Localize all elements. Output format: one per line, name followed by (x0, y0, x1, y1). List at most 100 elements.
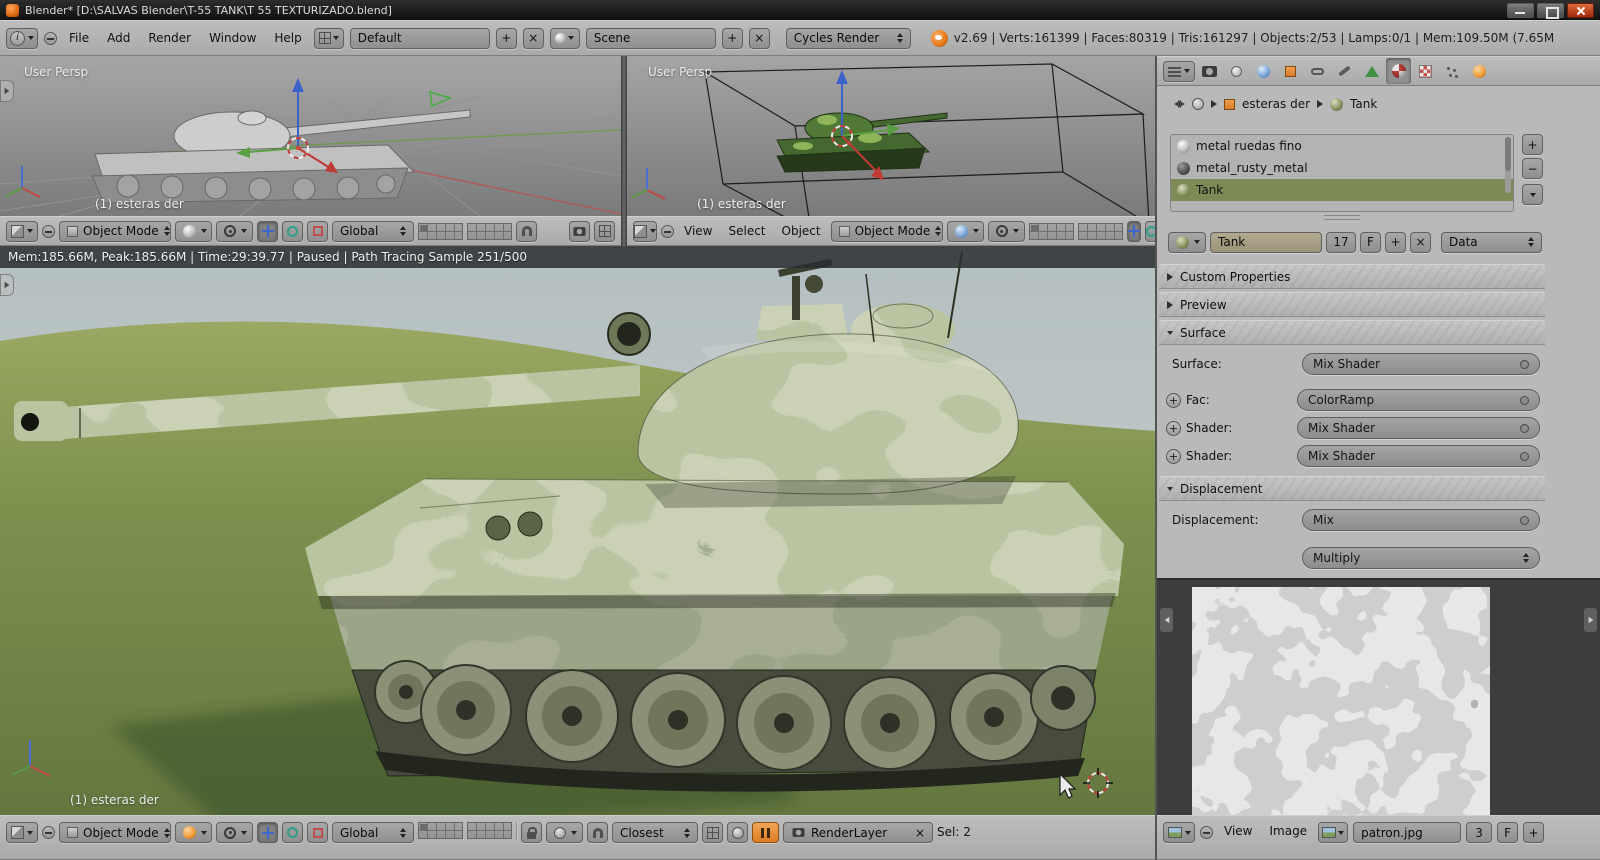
manipulator-rotate-button[interactable] (282, 220, 303, 242)
image-fake-user-button[interactable]: F (1497, 822, 1519, 843)
layers-widget-b[interactable] (467, 822, 512, 839)
viewport-shading-select[interactable] (946, 220, 984, 242)
tab-particles[interactable] (1440, 58, 1465, 84)
panel-surface[interactable]: Surface (1159, 320, 1545, 345)
editor-type-button-properties[interactable] (1163, 60, 1195, 82)
expand-icon[interactable]: + (1166, 420, 1181, 436)
layers-widget-b[interactable] (467, 222, 512, 240)
scene-name-field[interactable]: Scene (585, 27, 716, 49)
region-expand-button[interactable] (0, 80, 14, 102)
close-button[interactable] (1567, 2, 1594, 18)
region-scroll-left-button[interactable] (1160, 608, 1173, 632)
manipulator-rotate-button[interactable] (282, 822, 303, 843)
tab-texture[interactable] (1413, 58, 1438, 84)
image-new-button[interactable]: + (1523, 822, 1545, 843)
layout-name-field[interactable]: Default (349, 27, 490, 49)
scene-browse-button[interactable] (549, 27, 580, 49)
material-name-field[interactable]: Tank (1210, 231, 1322, 253)
material-slot[interactable]: metal ruedas fino (1171, 135, 1513, 157)
menu-view[interactable]: View (1218, 822, 1258, 840)
manipulator-scale-button[interactable] (307, 822, 328, 843)
tab-physics[interactable] (1467, 58, 1492, 84)
menu-file[interactable]: File (63, 29, 95, 47)
layers-widget-a[interactable] (418, 822, 463, 839)
layout-delete-button[interactable]: × (522, 27, 544, 49)
menu-help[interactable]: Help (268, 29, 307, 47)
tab-scene[interactable] (1224, 58, 1249, 84)
pin-icon[interactable] (42, 224, 55, 238)
slot-add-button[interactable]: + (1522, 134, 1543, 155)
scene-delete-button[interactable]: × (748, 27, 770, 49)
manipulator-translate-button[interactable] (1126, 220, 1141, 242)
tab-material[interactable] (1386, 58, 1411, 84)
breadcrumb-object[interactable]: esteras der (1242, 97, 1310, 111)
tab-world[interactable] (1251, 58, 1276, 84)
slot-remove-button[interactable]: − (1522, 158, 1543, 179)
fake-user-button[interactable]: F (1360, 231, 1381, 253)
maximize-button[interactable] (1537, 2, 1564, 19)
editor-type-button-image[interactable] (1163, 822, 1195, 843)
displacement-field[interactable]: Mix (1302, 509, 1540, 531)
menu-window[interactable]: Window (203, 29, 262, 47)
material-users-button[interactable]: 17 (1326, 231, 1356, 253)
material-browse-button[interactable] (1168, 231, 1206, 253)
shader-field[interactable]: Mix Shader (1297, 445, 1540, 467)
slot-list-scrollbar[interactable] (1505, 137, 1511, 193)
render-pause-button[interactable] (752, 822, 779, 843)
render-engine-select[interactable]: Cycles Render (785, 27, 911, 49)
editor-type-button-info[interactable] (6, 27, 38, 49)
viewport-shading-select[interactable] (175, 822, 212, 843)
pin-icon[interactable] (42, 826, 55, 839)
editor-type-button-3dview[interactable] (633, 220, 657, 242)
viewport-3d-middle[interactable]: User Persp (1) esteras der (627, 56, 1157, 216)
manipulator-translate-button[interactable] (257, 822, 278, 843)
scene-add-button[interactable]: + (721, 27, 743, 49)
tab-constraints[interactable] (1305, 58, 1330, 84)
render-layer-select[interactable]: RenderLayer × (783, 822, 933, 843)
pivot-point-select[interactable] (216, 822, 253, 843)
layers-widget-b[interactable] (1077, 222, 1123, 240)
mode-select[interactable]: Object Mode (830, 220, 943, 242)
snap-toggle-button[interactable] (516, 220, 537, 242)
layers-widget-a[interactable] (1028, 222, 1074, 240)
layers-widget-a[interactable] (418, 222, 463, 240)
layout-add-button[interactable]: + (495, 27, 517, 49)
viewport-3d-left[interactable]: User Persp (1) esteras der (0, 56, 621, 216)
mode-select[interactable]: Object Mode (59, 822, 171, 843)
shader-field[interactable]: Mix Shader (1297, 417, 1540, 439)
expand-icon[interactable]: + (1166, 392, 1181, 408)
region-scroll-right-button[interactable] (1584, 608, 1597, 632)
mode-select[interactable]: Object Mode (59, 220, 171, 242)
material-slot[interactable]: metal_rusty_metal (1171, 157, 1513, 179)
tab-object-data[interactable] (1359, 58, 1384, 84)
image-editor[interactable] (1157, 578, 1600, 815)
manipulator-translate-button[interactable] (257, 220, 278, 242)
minimize-button[interactable] (1507, 2, 1534, 18)
menu-add[interactable]: Add (101, 29, 136, 47)
menu-image[interactable]: Image (1263, 822, 1313, 840)
fac-field[interactable]: ColorRamp (1297, 389, 1540, 411)
snap-toggle-button[interactable] (587, 822, 608, 843)
material-link-select[interactable]: Data (1441, 231, 1542, 253)
orientation-select[interactable]: Global (332, 220, 414, 242)
image-browse-button[interactable] (1318, 822, 1349, 843)
pivot-point-select[interactable] (216, 220, 253, 242)
lock-to-scene-button[interactable] (521, 822, 542, 843)
menu-render[interactable]: Render (142, 29, 197, 47)
tab-render[interactable] (1197, 58, 1222, 84)
panel-custom-properties[interactable]: Custom Properties (1159, 264, 1545, 289)
pin-icon[interactable] (44, 31, 57, 45)
slot-specials-button[interactable] (1522, 184, 1543, 205)
menu-object[interactable]: Object (776, 222, 827, 240)
menu-view[interactable]: View (678, 222, 718, 240)
pin-icon[interactable] (661, 224, 674, 238)
material-slot-selected[interactable]: Tank (1171, 179, 1513, 201)
opengl-render-button[interactable] (569, 220, 590, 242)
render-layer-close[interactable]: × (915, 826, 925, 840)
panel-displacement[interactable]: Displacement (1159, 476, 1545, 501)
opengl-anim-button[interactable] (594, 220, 615, 242)
expand-icon[interactable]: + (1166, 448, 1181, 464)
manipulator-scale-button[interactable] (307, 220, 328, 242)
pivot-point-select[interactable] (987, 220, 1025, 242)
proportional-edit-select[interactable] (546, 822, 583, 843)
